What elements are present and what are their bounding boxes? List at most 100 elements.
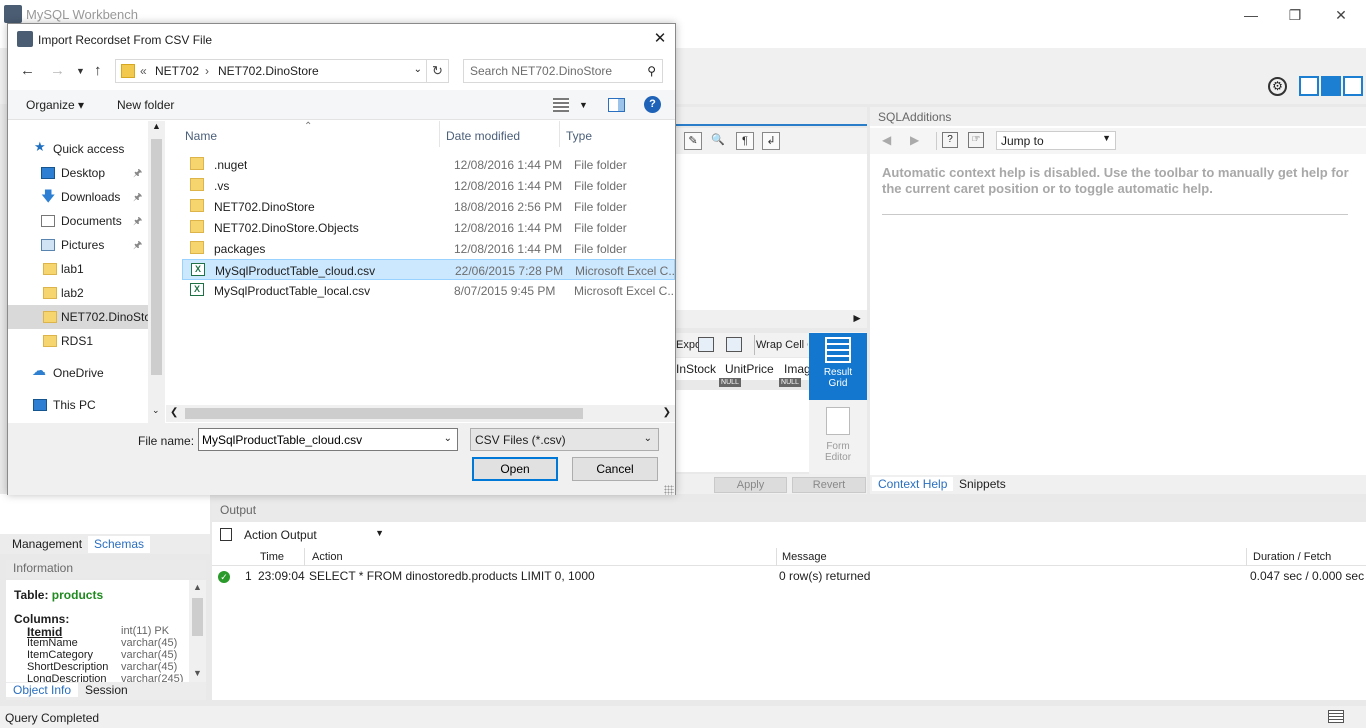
file-name-input[interactable] <box>200 430 434 449</box>
tab-session[interactable]: Session <box>78 683 135 697</box>
minimize-icon[interactable]: — <box>1236 4 1266 26</box>
scrollbar-thumb[interactable] <box>151 139 162 375</box>
back-icon[interactable]: ◀ <box>882 133 891 147</box>
form-editor-button[interactable]: Form Editor <box>809 405 867 471</box>
scrollbar-thumb[interactable] <box>192 598 203 636</box>
refresh-icon[interactable]: ↻ <box>426 60 448 82</box>
search-icon[interactable]: ⚲ <box>647 64 656 78</box>
resize-grip[interactable] <box>664 485 674 495</box>
tab-snippets[interactable]: Snippets <box>953 477 1012 491</box>
forward-icon[interactable]: ▶ <box>910 133 919 147</box>
scroll-up-icon[interactable]: ▲ <box>152 121 161 131</box>
back-arrow-icon[interactable]: ← <box>20 62 35 79</box>
navigation-scrollbar[interactable]: ▲ ⌄ <box>148 121 165 423</box>
invisible-chars-icon[interactable]: ¶ <box>736 132 754 150</box>
row-action[interactable]: SELECT * FROM dinostoredb.products LIMIT… <box>309 569 595 583</box>
address-bar[interactable]: « NET702 › NET702.DinoStore ⌄ ↻ <box>115 59 449 83</box>
tab-management[interactable]: Management <box>6 536 88 553</box>
copy-icon[interactable] <box>220 528 232 541</box>
restore-icon[interactable]: ❐ <box>1280 4 1310 26</box>
preview-pane-icon[interactable] <box>608 98 625 112</box>
nav-item-lab1[interactable]: lab1 <box>8 257 148 281</box>
scroll-right-icon[interactable]: ► <box>851 311 863 325</box>
beautify-icon[interactable]: ✎ <box>684 132 702 150</box>
column-separator[interactable] <box>559 121 560 147</box>
pin-icon[interactable]: 🖈 <box>133 214 142 231</box>
breadcrumb-overflow[interactable]: « <box>140 64 147 78</box>
column-header-instock[interactable]: InStock <box>676 362 716 376</box>
column-header-name[interactable]: Name <box>185 129 217 143</box>
scroll-down-icon[interactable]: ⌄ <box>152 405 160 416</box>
open-button[interactable]: Open <box>472 457 558 481</box>
tab-context-help[interactable]: Context Help <box>872 477 954 491</box>
scrollbar-thumb[interactable] <box>185 408 583 419</box>
file-type-select[interactable]: CSV Files (*.csv) ⌄ <box>470 428 659 451</box>
toggle-output-icon[interactable] <box>1321 76 1341 96</box>
toggle-sidebar-icon[interactable] <box>1299 76 1319 96</box>
file-row[interactable]: X MySqlProductTable_local.csv 8/07/2015 … <box>182 280 675 301</box>
up-arrow-icon[interactable]: ↑ <box>94 62 102 79</box>
nav-item-onedrive[interactable]: ☁ OneDrive <box>8 361 148 385</box>
nav-item-downloads[interactable]: 🡇 Downloads 🖈 <box>8 185 148 209</box>
wrap-lines-icon[interactable]: ↲ <box>762 132 780 150</box>
information-scrollbar[interactable]: ▲ ▼ <box>189 580 206 682</box>
nav-item-rds1[interactable]: RDS1 <box>8 329 148 353</box>
change-view-icon[interactable] <box>553 98 569 112</box>
breadcrumb-net702[interactable]: NET702 <box>155 64 199 78</box>
breadcrumb-separator[interactable]: › <box>205 64 209 78</box>
cancel-button[interactable]: Cancel <box>572 457 658 481</box>
export-icon[interactable] <box>698 337 714 352</box>
header-action[interactable]: Action <box>312 551 343 563</box>
header-time[interactable]: Time <box>260 551 284 563</box>
scroll-right-icon[interactable]: ❯ <box>663 407 671 418</box>
nav-item-documents[interactable]: Documents 🖈 <box>8 209 148 233</box>
tab-schemas[interactable]: Schemas <box>88 536 151 553</box>
import-icon[interactable] <box>726 337 742 352</box>
scroll-left-icon[interactable]: ❮ <box>170 407 178 418</box>
sql-editor[interactable] <box>676 154 867 310</box>
file-row[interactable]: packages 12/08/2016 1:44 PM File folder <box>182 238 675 259</box>
auto-help-icon[interactable]: ☞ <box>968 132 984 148</box>
manual-help-icon[interactable]: ? <box>942 132 958 148</box>
file-row[interactable]: .nuget 12/08/2016 1:44 PM File folder <box>182 154 675 175</box>
file-row-selected[interactable]: X MySqlProductTable_cloud.csv 22/06/2015… <box>182 259 675 280</box>
view-options-chevron-icon[interactable]: ▼ <box>579 100 588 110</box>
result-grid-button[interactable]: Result Grid <box>809 333 867 400</box>
breadcrumb-dinostore[interactable]: NET702.DinoStore <box>218 64 319 78</box>
nav-item-this-pc[interactable]: This PC <box>8 393 148 417</box>
column-separator[interactable] <box>439 121 440 147</box>
file-list-horizontal-scrollbar[interactable]: ❮ ❯ <box>166 405 675 422</box>
jump-to-select[interactable]: Jump to ▼ <box>996 131 1116 150</box>
nav-item-desktop[interactable]: Desktop 🖈 <box>8 161 148 185</box>
nav-item-net702-dinostore[interactable]: NET702.DinoSto <box>8 305 151 329</box>
pin-icon[interactable]: 🖈 <box>133 166 142 183</box>
recent-locations-icon[interactable]: ▼ <box>76 66 85 76</box>
file-row[interactable]: NET702.DinoStore.Objects 12/08/2016 1:44… <box>182 217 675 238</box>
tab-object-info[interactable]: Object Info <box>6 683 79 697</box>
settings-gear-icon[interactable]: ⚙ <box>1268 77 1287 96</box>
toggle-secondary-sidebar-icon[interactable] <box>1343 76 1363 96</box>
header-duration[interactable]: Duration / Fetch <box>1253 551 1331 563</box>
file-row[interactable]: .vs 12/08/2016 1:44 PM File folder <box>182 175 675 196</box>
pin-icon[interactable]: 🖈 <box>133 190 142 207</box>
status-log-icon[interactable] <box>1328 710 1344 723</box>
new-folder-button[interactable]: New folder <box>117 98 174 112</box>
nav-item-pictures[interactable]: Pictures 🖈 <box>8 233 148 257</box>
revert-button[interactable]: Revert <box>792 477 866 493</box>
result-grid-body[interactable] <box>676 390 809 472</box>
search-input[interactable] <box>465 61 637 81</box>
editor-scrollbar[interactable]: ► <box>676 310 867 328</box>
scroll-down-icon[interactable]: ▼ <box>193 668 202 678</box>
column-header-type[interactable]: Type <box>566 129 592 143</box>
forward-arrow-icon[interactable]: → <box>50 62 65 79</box>
column-header-unitprice[interactable]: UnitPrice <box>725 362 774 376</box>
column-header-date-modified[interactable]: Date modified <box>446 129 520 143</box>
pin-icon[interactable]: 🖈 <box>133 238 142 255</box>
find-icon[interactable]: 🔍 <box>709 132 727 150</box>
output-mode-select[interactable]: Action Output ▼ <box>242 526 388 544</box>
dialog-close-icon[interactable]: ✕ <box>648 29 672 49</box>
apply-button[interactable]: Apply <box>714 477 787 493</box>
scroll-up-icon[interactable]: ▲ <box>193 582 202 592</box>
wrap-cell-label[interactable]: Wrap Cell Content <box>756 339 808 351</box>
chevron-down-icon[interactable]: ⌄ <box>414 64 422 75</box>
